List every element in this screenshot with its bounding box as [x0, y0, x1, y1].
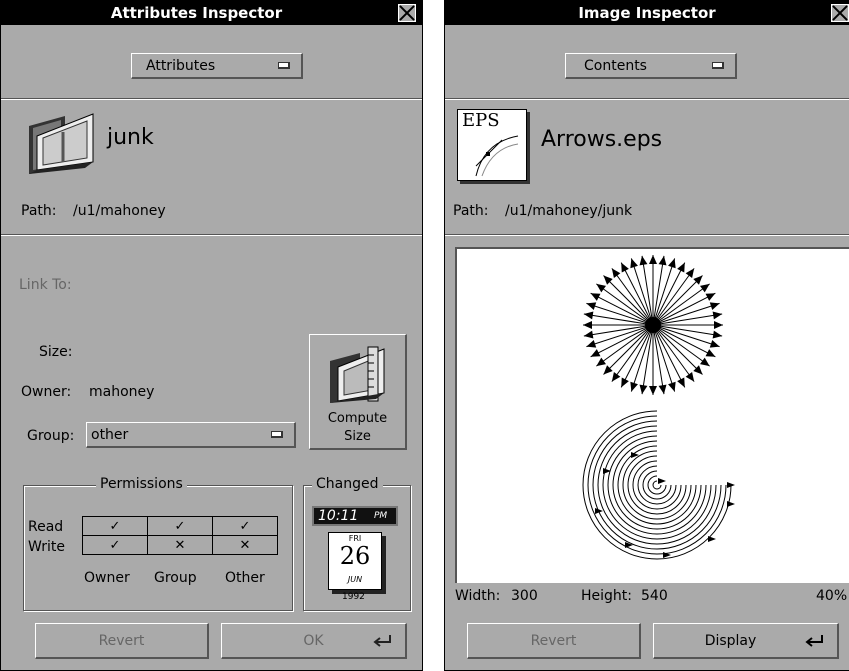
- changed-title: Changed: [312, 476, 383, 492]
- write-label: Write: [28, 539, 65, 555]
- clock-display: 10:11 PM: [312, 506, 398, 526]
- zoom-level: 40%: [816, 588, 848, 604]
- popup-indicator-icon: [712, 62, 724, 69]
- mode-popup[interactable]: Attributes: [131, 53, 303, 79]
- clock-ampm: PM: [374, 511, 388, 521]
- group-popup-label: other: [91, 427, 129, 443]
- revert-button[interactable]: Revert: [467, 623, 641, 659]
- window-title: Image Inspector: [578, 4, 716, 22]
- width-label: Width:: [455, 588, 501, 604]
- preview-artwork: [582, 255, 735, 560]
- compute-label-line2: Size: [344, 429, 371, 444]
- title-bar[interactable]: Image Inspector: [445, 1, 849, 25]
- title-bar[interactable]: Attributes Inspector: [1, 1, 422, 25]
- mode-popup[interactable]: Contents: [565, 53, 737, 79]
- image-preview: [455, 247, 849, 583]
- separator: [1, 98, 422, 100]
- separator: [1, 234, 422, 236]
- group-label: Group:: [27, 428, 75, 444]
- eps-file-icon: EPS: [457, 109, 527, 181]
- return-key-icon: [373, 635, 391, 647]
- separator: [445, 234, 849, 236]
- permissions-grid: ✓ ✓ ✓ ✓ ✕ ✕: [82, 516, 278, 555]
- revert-label: Revert: [530, 633, 577, 649]
- height-label: Height:: [581, 588, 632, 604]
- group-popup[interactable]: other: [86, 422, 296, 448]
- height-value: 540: [641, 588, 668, 604]
- calendar-day: 26: [339, 542, 371, 570]
- path-value: /u1/mahoney: [73, 203, 166, 219]
- file-name: Arrows.eps: [541, 127, 663, 152]
- popup-indicator-icon: [278, 62, 290, 69]
- read-other-checkbox[interactable]: ✓: [212, 516, 278, 536]
- attributes-inspector-window: Attributes Inspector Attributes junk Pat…: [0, 0, 423, 671]
- path-label: Path:: [453, 203, 489, 219]
- width-value: 300: [511, 588, 538, 604]
- calendar-month: JUN: [347, 575, 363, 584]
- ok-button[interactable]: OK: [221, 623, 407, 659]
- compute-size-button[interactable]: Compute Size: [309, 334, 407, 450]
- file-name: junk: [107, 125, 154, 150]
- revert-label: Revert: [98, 633, 145, 649]
- write-owner-checkbox[interactable]: ✓: [82, 535, 148, 555]
- permissions-group: Permissions Read Write ✓ ✓ ✓ ✓ ✕ ✕ Owner…: [23, 476, 293, 611]
- col-other-label: Other: [225, 570, 265, 586]
- separator: [445, 98, 849, 100]
- clock-time: 10:11: [318, 508, 359, 524]
- calendar-year: 1992: [342, 592, 365, 602]
- link-to-label: Link To:: [19, 277, 72, 293]
- size-label: Size:: [39, 344, 73, 360]
- read-owner-checkbox[interactable]: ✓: [82, 516, 148, 536]
- path-label: Path:: [21, 203, 57, 219]
- close-icon[interactable]: [398, 4, 416, 22]
- mode-popup-label: Attributes: [146, 58, 216, 74]
- permissions-title: Permissions: [96, 476, 187, 492]
- write-other-checkbox[interactable]: ✕: [212, 535, 278, 555]
- mode-popup-label: Contents: [584, 58, 647, 74]
- col-owner-label: Owner: [84, 570, 130, 586]
- arrow-burst-drawing: [583, 255, 723, 395]
- display-label: Display: [704, 633, 757, 649]
- display-button[interactable]: Display: [653, 623, 839, 659]
- read-group-checkbox[interactable]: ✓: [147, 516, 213, 536]
- window-title: Attributes Inspector: [110, 4, 283, 22]
- eps-icon-art: [475, 135, 519, 177]
- changed-group: Changed 10:11 PM FRI 26 JUN 1992: [303, 476, 411, 611]
- compute-label-line1: Compute: [327, 411, 388, 426]
- popup-indicator-icon: [271, 431, 283, 438]
- folder-icon: [29, 113, 94, 174]
- col-group-label: Group: [154, 570, 197, 586]
- revert-button[interactable]: Revert: [35, 623, 209, 659]
- write-group-checkbox[interactable]: ✕: [147, 535, 213, 555]
- owner-value: mahoney: [89, 384, 155, 400]
- close-icon[interactable]: [831, 4, 849, 22]
- read-label: Read: [28, 519, 64, 535]
- eps-icon-text: EPS: [462, 110, 500, 131]
- path-value: /u1/mahoney/junk: [505, 203, 633, 219]
- image-inspector-window: Image Inspector Contents EPS Arrows.eps …: [444, 0, 849, 671]
- compute-folder-icon: [330, 346, 385, 403]
- owner-label: Owner:: [21, 384, 72, 400]
- spiral-drawing: [582, 410, 735, 560]
- calendar-page: FRI 26 JUN: [328, 532, 382, 590]
- return-key-icon: [805, 635, 823, 647]
